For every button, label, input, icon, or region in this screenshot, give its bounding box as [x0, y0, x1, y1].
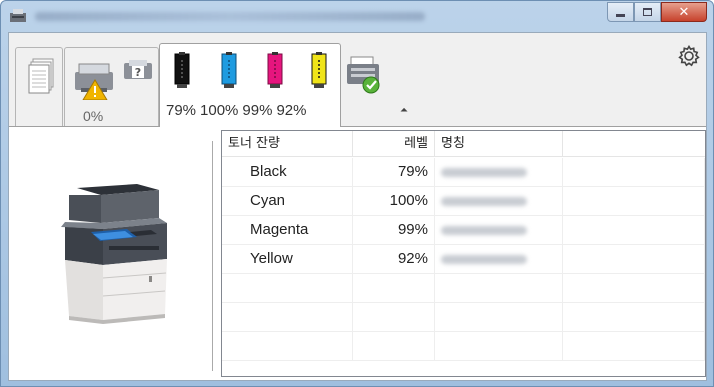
toner-cartridge-icon: [221, 52, 237, 88]
toner-level-black: 79%: [166, 102, 197, 119]
table-body: Black 79% Cyan 100% Magenta 99% Yellow 9…: [222, 158, 705, 361]
tab-strip: ? 0% 79% 100% 99% 92% ⏶: [9, 33, 706, 127]
status-percent-label: 0%: [83, 108, 104, 124]
cell-empty: [563, 245, 705, 273]
toner-level-yellow: 92%: [276, 102, 307, 119]
gear-icon[interactable]: [678, 45, 700, 67]
cell-toner: Yellow: [222, 245, 353, 273]
cell-level: 99%: [353, 216, 435, 244]
cell-name: [435, 158, 563, 186]
table-row-empty: [222, 274, 705, 303]
printer-image-pane: [9, 128, 214, 380]
cell-toner: Magenta: [222, 216, 353, 244]
toner-level-magenta: 99%: [242, 102, 273, 119]
close-icon: ✕: [678, 4, 690, 20]
table-row-empty: [222, 303, 705, 332]
blurred-text: [441, 197, 527, 206]
cell-toner: Black: [222, 158, 353, 186]
maximize-button[interactable]: [634, 2, 661, 22]
column-header-toner[interactable]: 토너 잔량: [222, 131, 353, 157]
table-row-empty: [222, 332, 705, 361]
cell-toner: Cyan: [222, 187, 353, 215]
app-icon: [10, 9, 26, 22]
blurred-text: [441, 168, 527, 177]
blurred-text: [441, 226, 527, 235]
toner-cartridge-icon: [267, 52, 283, 88]
pane-divider[interactable]: [212, 141, 213, 371]
table-row[interactable]: Magenta 99%: [222, 216, 705, 245]
cell-name: [435, 216, 563, 244]
toner-table: 토너 잔량 레벨 명칭 Black 79% Cyan 100% Magenta …: [221, 130, 706, 377]
cell-level: 79%: [353, 158, 435, 186]
title-bar[interactable]: ✕: [1, 1, 713, 32]
cell-empty: [563, 158, 705, 186]
toner-cartridge-icon: [311, 52, 327, 88]
tab-toner[interactable]: 79% 100% 99% 92%: [159, 43, 341, 127]
close-button[interactable]: ✕: [661, 2, 707, 22]
table-row[interactable]: Cyan 100%: [222, 187, 705, 216]
window-title: [35, 12, 425, 21]
table-header: 토너 잔량 레벨 명칭: [222, 131, 705, 157]
tab-documents[interactable]: [15, 47, 63, 126]
toner-cartridge-icon: [174, 52, 190, 88]
table-row[interactable]: Yellow 92%: [222, 245, 705, 274]
column-header-level[interactable]: 레벨: [353, 131, 435, 157]
column-header-empty[interactable]: [563, 131, 705, 157]
cell-name: [435, 187, 563, 215]
status-monitor-window: ✕ ? 0% 79% 100% 99% 92% ⏶ 토너 잔량 레벨 명칭 Bl…: [0, 0, 714, 387]
window-controls: ✕: [607, 2, 707, 23]
toner-level-labels: 79% 100% 99% 92%: [166, 102, 344, 119]
cell-empty: [563, 216, 705, 244]
tab-device-status[interactable]: ? 0%: [64, 47, 159, 126]
column-header-name[interactable]: 명칭: [435, 131, 563, 157]
caret-up-icon[interactable]: ⏶: [400, 105, 408, 116]
cell-name: [435, 245, 563, 273]
printer-image: [61, 184, 167, 324]
minimize-button[interactable]: [607, 2, 634, 22]
table-row[interactable]: Black 79%: [222, 158, 705, 187]
cell-level: 100%: [353, 187, 435, 215]
cell-empty: [563, 187, 705, 215]
scan-check-icon: [347, 56, 380, 94]
svg-text:?: ?: [135, 66, 141, 79]
warning-printer-icon: [75, 63, 113, 100]
cell-level: 92%: [353, 245, 435, 273]
blurred-text: [441, 255, 527, 264]
maximize-icon: [643, 8, 652, 16]
client-area: ? 0% 79% 100% 99% 92% ⏶ 토너 잔량 레벨 명칭 Blac…: [8, 32, 707, 381]
toner-level-cyan: 100%: [200, 102, 239, 119]
question-icon: ?: [124, 60, 152, 79]
tab-scan[interactable]: [341, 47, 389, 126]
documents-icon: [28, 58, 54, 94]
minimize-icon: [616, 13, 625, 17]
